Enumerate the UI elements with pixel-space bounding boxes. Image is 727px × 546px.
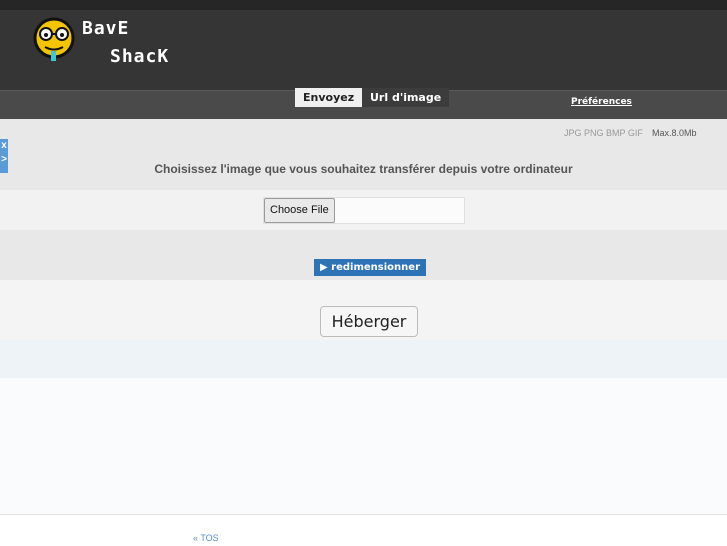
tab-url-image[interactable]: Url d'image (362, 88, 450, 107)
logo-text-line1: BavE (82, 18, 130, 39)
file-input[interactable]: Choose File (263, 197, 465, 224)
resize-button[interactable]: ▶ redimensionner (314, 259, 426, 276)
tos-link[interactable]: « TOS (193, 533, 219, 543)
top-strip (0, 0, 727, 10)
result-band (0, 340, 727, 378)
max-file-size: Max.8.0Mb (652, 128, 697, 138)
host-button[interactable]: Héberger (320, 306, 418, 337)
allowed-formats: JPG PNG BMP GIF (564, 128, 643, 138)
content-area (0, 378, 727, 514)
preferences-link[interactable]: Préférences (571, 97, 632, 107)
upload-instruction: Choisissez l'image que vous souhaitez tr… (154, 162, 573, 176)
choose-file-button[interactable]: Choose File (264, 198, 335, 223)
site-logo[interactable]: BavE ShacK (30, 14, 200, 74)
footer (0, 514, 727, 546)
tab-envoyez[interactable]: Envoyez (295, 88, 363, 107)
side-tab-close[interactable]: x (0, 139, 8, 153)
logo-text-line2: ShacK (110, 46, 170, 67)
smiley-glasses-icon (33, 17, 75, 61)
